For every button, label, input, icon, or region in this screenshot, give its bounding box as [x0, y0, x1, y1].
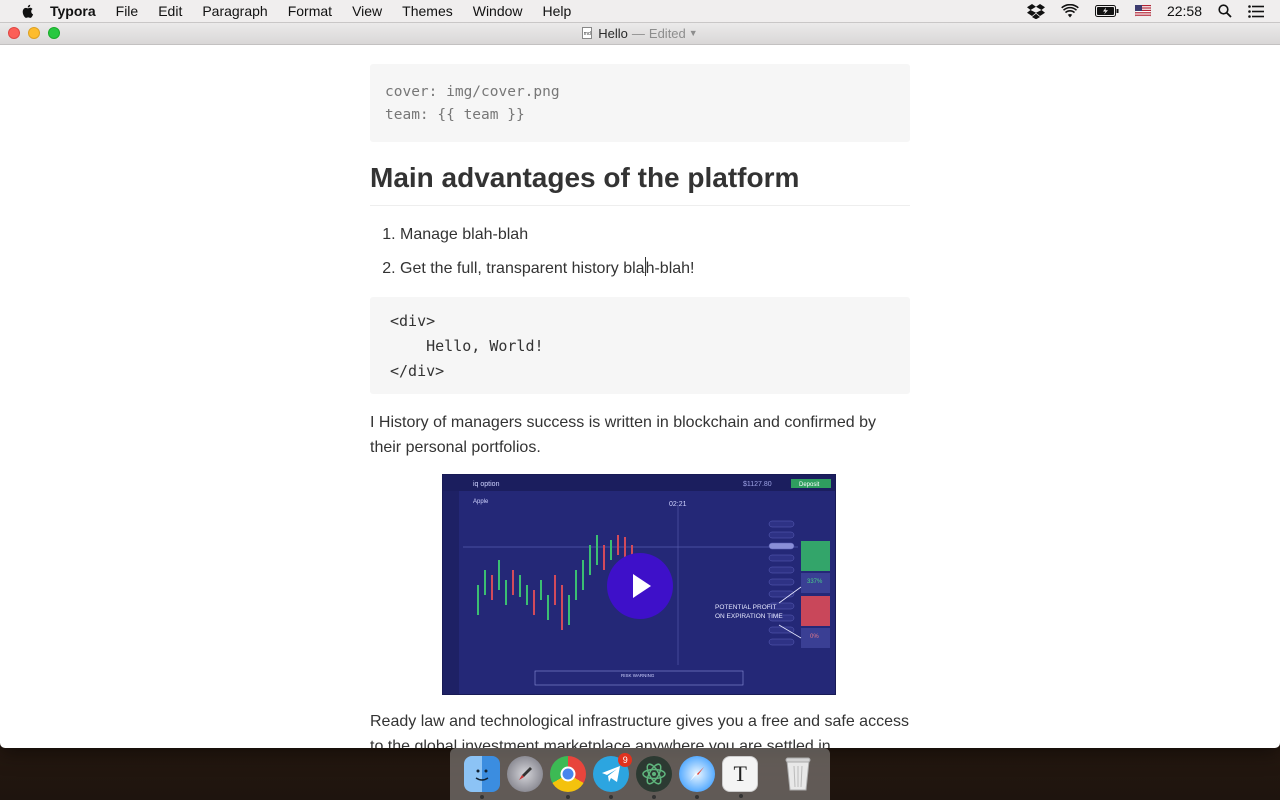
- menu-file[interactable]: File: [116, 3, 139, 19]
- title-separator: —: [631, 25, 645, 41]
- title-bar[interactable]: md Hello — Edited ▼: [0, 22, 1280, 45]
- front-matter-line: team: {{ team }}: [385, 107, 525, 123]
- running-indicator: [695, 795, 700, 799]
- running-indicator: [609, 795, 614, 799]
- code-block[interactable]: <div> Hello, World! </div>: [370, 297, 910, 394]
- running-indicator: [480, 795, 485, 799]
- list-item-text-before-cursor: Get the full, transparent history bla: [400, 260, 645, 277]
- status-area: 22:58: [1026, 0, 1280, 22]
- spotlight-search-icon[interactable]: [1218, 4, 1232, 18]
- minimize-button[interactable]: [28, 27, 40, 39]
- video-annotation-2: ON EXPIRATION TIME: [715, 613, 783, 620]
- dropbox-icon[interactable]: [1026, 3, 1045, 19]
- video-thumbnail[interactable]: iq option $1127.80 Deposit Apple 02:21 3…: [442, 474, 836, 695]
- list-item-text: Manage blah-blah: [400, 226, 529, 243]
- paragraph[interactable]: I History of managers success is written…: [370, 410, 910, 460]
- list-item-text-after-cursor: h-blah!: [645, 260, 695, 277]
- video-call-profit: 337%: [807, 579, 823, 585]
- running-indicator: [739, 794, 744, 798]
- window-controls: [8, 27, 68, 39]
- menu-help[interactable]: Help: [543, 3, 572, 19]
- code-line: Hello, World!: [390, 337, 544, 355]
- close-button[interactable]: [8, 27, 20, 39]
- telegram-icon: [602, 766, 621, 782]
- typora-icon: T: [733, 761, 747, 786]
- typora-window: md Hello — Edited ▼ cover: img/cover.png…: [0, 22, 1280, 748]
- menu-app-name[interactable]: Typora: [50, 3, 96, 19]
- dock-chrome[interactable]: [550, 756, 587, 799]
- dock-safari[interactable]: [679, 756, 716, 799]
- menu-view[interactable]: View: [352, 3, 382, 19]
- video-balance: $1127.80: [743, 481, 772, 488]
- apple-icon[interactable]: [20, 3, 36, 19]
- paragraph[interactable]: Ready law and technological infrastructu…: [370, 709, 910, 748]
- battery-icon[interactable]: [1094, 5, 1119, 17]
- menu-themes[interactable]: Themes: [402, 3, 453, 19]
- dock-trash[interactable]: [780, 756, 816, 792]
- menu-bar: Typora File Edit Paragraph Format View T…: [0, 0, 1280, 23]
- menu-edit[interactable]: Edit: [158, 3, 182, 19]
- notification-badge: 9: [618, 753, 633, 767]
- menubar-clock[interactable]: 22:58: [1167, 3, 1202, 19]
- us-flag-icon[interactable]: [1134, 5, 1151, 17]
- code-line: </div>: [390, 362, 445, 380]
- front-matter-block[interactable]: cover: img/cover.png team: {{ team }}: [370, 64, 910, 142]
- video-annotation-1: POTENTIAL PROFIT: [715, 604, 777, 611]
- front-matter-line: cover: img/cover.png: [385, 84, 560, 100]
- dock-atom[interactable]: [636, 756, 673, 799]
- section-heading[interactable]: Main advantages of the platform: [370, 161, 910, 206]
- dock-finder[interactable]: [464, 756, 501, 799]
- finder-icon: [475, 769, 489, 781]
- running-indicator: [566, 795, 571, 799]
- list-item[interactable]: Get the full, transparent history blah-b…: [400, 257, 910, 280]
- editor-content[interactable]: cover: img/cover.png team: {{ team }} Ma…: [370, 64, 910, 748]
- dock-launchpad[interactable]: [507, 756, 544, 792]
- chrome-icon: [560, 766, 576, 782]
- trash-icon: [785, 757, 811, 791]
- wifi-icon[interactable]: [1061, 4, 1079, 18]
- menu-paragraph[interactable]: Paragraph: [202, 3, 267, 19]
- zoom-button[interactable]: [48, 27, 60, 39]
- trading-platform-screenshot: iq option $1127.80 Deposit Apple 02:21 3…: [443, 475, 835, 694]
- video-risk-warning: RISK WARNING: [621, 673, 655, 678]
- rocket-icon: [519, 767, 533, 780]
- video-asset: Apple: [473, 499, 489, 505]
- notification-center-icon[interactable]: [1248, 4, 1264, 18]
- video-deposit: Deposit: [799, 482, 820, 488]
- ordered-list[interactable]: Manage blah-blah Get the full, transpare…: [370, 224, 910, 280]
- dock-typora[interactable]: T: [722, 756, 759, 798]
- menu-window[interactable]: Window: [473, 3, 523, 19]
- menu-format[interactable]: Format: [288, 3, 332, 19]
- edited-status[interactable]: Edited: [649, 26, 686, 41]
- video-brand: iq option: [473, 481, 500, 488]
- dock: 9 T: [450, 748, 830, 800]
- window-title: Hello: [598, 25, 628, 41]
- running-indicator: [652, 795, 657, 799]
- video-put-profit: 0%: [810, 634, 819, 640]
- atom-icon: [642, 763, 666, 785]
- code-line: <div>: [390, 312, 436, 330]
- list-item[interactable]: Manage blah-blah: [400, 224, 910, 246]
- compass-icon: [690, 767, 705, 781]
- markdown-file-icon: md: [582, 27, 593, 39]
- dock-telegram[interactable]: 9: [593, 753, 633, 799]
- chevron-down-icon[interactable]: ▼: [689, 28, 698, 38]
